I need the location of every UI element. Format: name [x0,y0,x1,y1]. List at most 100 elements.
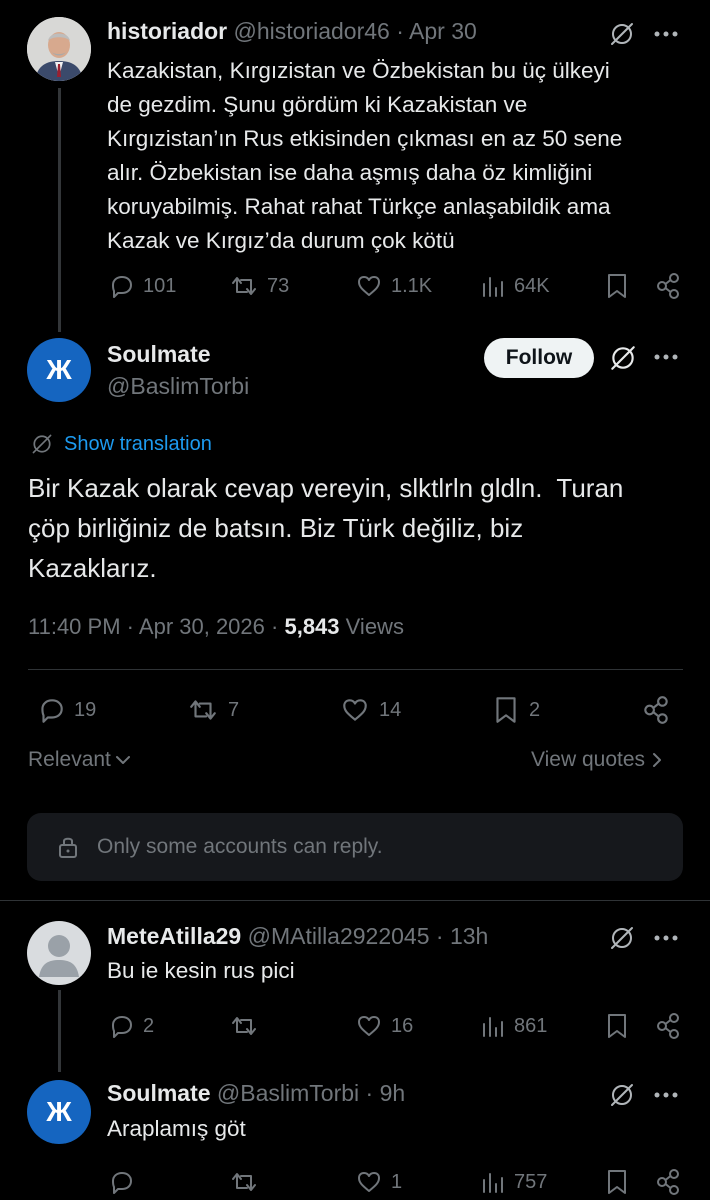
reply-button[interactable] [107,1168,135,1196]
tweet-time[interactable]: 11:40 PM [28,614,121,639]
like-count: 1.1K [391,274,433,297]
author-handle[interactable]: @MAtilla2922045 [248,923,430,949]
heart-icon [343,699,367,721]
bookmark-button[interactable]: 2 [491,694,540,726]
views-count: 757 [514,1170,548,1193]
reply-restriction-notice: Only some accounts can reply. [27,813,683,881]
tweet-text-line: Bir Kazak olarak cevap vereyin, slktlrln… [28,473,624,503]
tweet-date[interactable]: Apr 30 [409,18,477,44]
analytics-icon [483,1173,503,1193]
tweet-header: historiador @historiador46 · Apr 30 [107,18,477,45]
separator-dot: · [365,1080,374,1106]
reply-text: Bu ie kesin rus pici [107,958,295,983]
grok-icon[interactable] [608,343,638,373]
analytics-icon [483,277,503,297]
reply-restriction-text: Only some accounts can reply. [97,835,383,858]
bookmark-button[interactable] [603,271,631,301]
views-button[interactable]: 64K [480,272,550,300]
reply-text: Araplamış göt [107,1116,246,1141]
more-icon[interactable] [654,935,682,941]
author-name[interactable]: Soulmate [107,1080,211,1106]
author-handle[interactable]: @historiador46 [234,18,390,44]
view-quotes-label: View quotes [531,748,646,771]
bookmark-button[interactable] [603,1011,631,1041]
heart-icon [358,1016,380,1036]
reply-count: 19 [74,698,97,721]
divider [28,669,683,670]
bookmark-button[interactable] [603,1167,631,1197]
more-icon[interactable] [654,1092,682,1098]
reply-header: MeteAtilla29 @MAtilla2922045 · 13h [107,923,488,950]
default-avatar-icon [39,935,79,977]
heart-icon [358,1172,380,1192]
views-count: 861 [514,1014,548,1037]
share-button[interactable] [654,1167,682,1197]
share-icon [657,1013,679,1039]
like-button[interactable]: 16 [355,1012,413,1040]
author-handle[interactable]: @BaslimTorbi [107,373,249,400]
author-name[interactable]: historiador [107,18,227,44]
repost-icon [232,1173,256,1191]
translate-icon [32,434,52,454]
author-name[interactable]: Soulmate [107,341,211,368]
reply-time[interactable]: 13h [450,923,488,949]
share-button[interactable] [654,271,682,301]
avatar[interactable] [27,921,91,985]
separator-dot: · [271,614,279,639]
like-count: 1 [391,1170,403,1193]
analytics-icon [483,1017,503,1037]
avatar[interactable] [27,17,91,81]
like-button[interactable]: 1.1K [355,272,432,300]
sort-dropdown[interactable]: Relevant [28,748,131,772]
avatar[interactable]: Ж [27,1080,91,1144]
thread-line [58,990,61,1072]
historiador-avatar-photo [27,17,91,81]
tweet-text-line: koruyabilmiş. Rahat rahat Türkçe anlaşab… [107,194,611,219]
repost-button[interactable]: 73 [229,272,289,300]
thread-line [58,88,61,332]
view-quotes-link[interactable]: View quotes [531,748,663,772]
reply-button[interactable]: 101 [107,272,176,300]
reply-icon [112,276,132,298]
grok-icon[interactable] [608,20,636,48]
reply-time[interactable]: 9h [380,1080,406,1106]
like-count: 16 [391,1014,414,1037]
more-icon[interactable] [654,354,682,360]
bookmark-icon [608,1014,626,1038]
bookmark-count: 2 [529,698,541,721]
author-name[interactable]: MeteAtilla29 [107,923,241,949]
like-button[interactable]: 14 [339,695,401,725]
tweet-text-line: Kazak ve Kırgız’da durum çok kötü [107,228,455,253]
show-translation-link[interactable]: Show translation [30,432,212,456]
grok-icon[interactable] [608,924,636,952]
more-icon[interactable] [654,31,682,37]
author-handle[interactable]: @BaslimTorbi [217,1080,359,1106]
views-count: 5,843 [284,614,340,639]
tweet-text-line: Kazaklarız. [28,553,157,583]
avatar-letter: Ж [46,354,72,385]
divider [0,900,710,901]
views-button[interactable]: 861 [480,1012,547,1040]
share-button[interactable] [654,1011,682,1041]
separator-dot: · [126,614,134,639]
repost-button[interactable] [229,1168,259,1196]
follow-button[interactable]: Follow [484,338,594,378]
share-icon [644,696,668,724]
grok-icon[interactable] [608,1081,636,1109]
avatar-letter: Ж [46,1096,72,1127]
avatar[interactable]: Ж [27,338,91,402]
repost-button[interactable]: 7 [186,695,239,725]
reply-button[interactable]: 2 [107,1012,154,1040]
views-button[interactable]: 757 [480,1168,547,1196]
tweet-date[interactable]: Apr 30, 2026 [139,614,265,639]
bookmark-icon [608,274,626,298]
like-button[interactable]: 1 [355,1168,402,1196]
reply-count: 101 [143,274,177,297]
sort-label: Relevant [28,748,111,771]
reply-button[interactable]: 19 [36,695,96,725]
reply-count: 2 [143,1014,155,1037]
views-count: 64K [514,274,550,297]
share-button[interactable] [641,694,671,726]
tweet-text-line: çöp birliğiniz de batsın. Biz Türk değil… [28,513,524,543]
repost-button[interactable] [229,1012,259,1040]
